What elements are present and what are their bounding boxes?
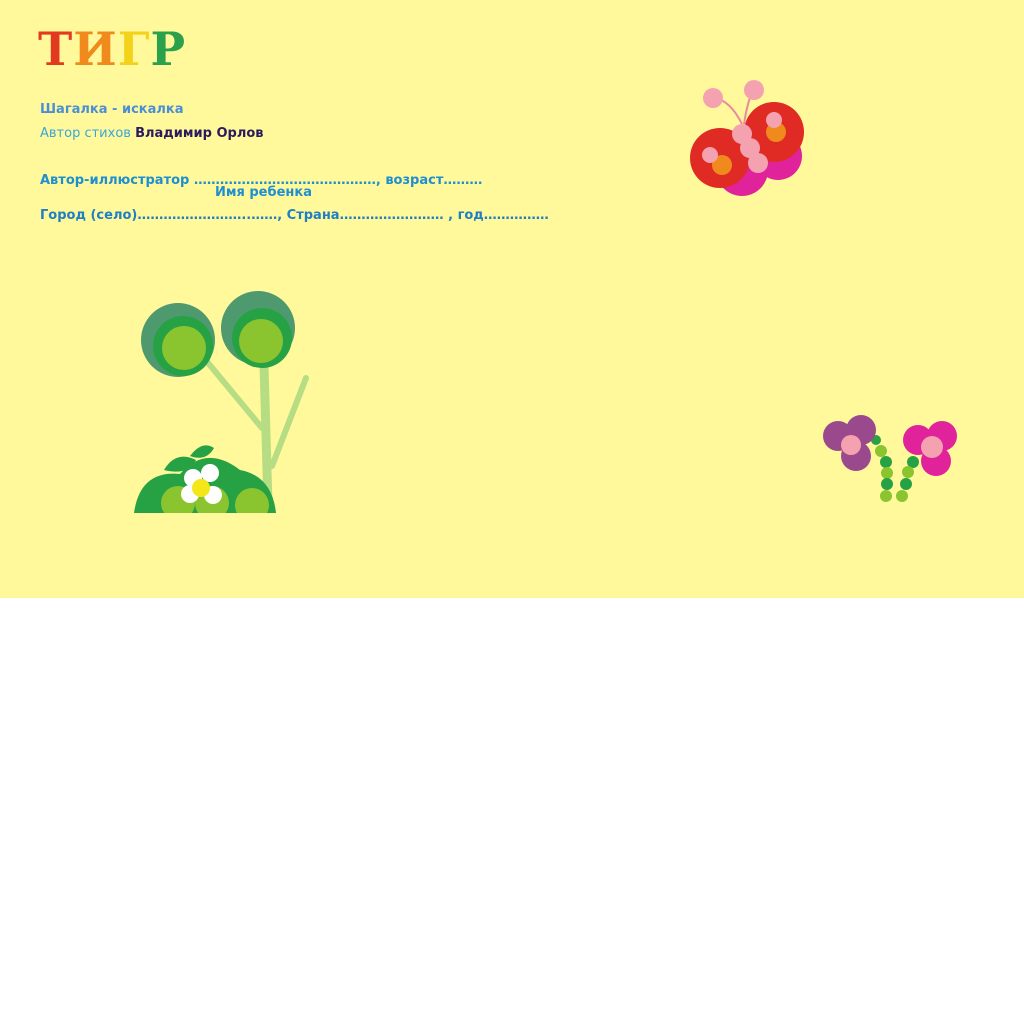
bush-daisy-icon xyxy=(130,445,280,525)
flowers-right-icon xyxy=(823,415,957,502)
butterfly-top-icon xyxy=(690,80,804,196)
card-panel: ТИГР Шагалка - искалка Автор стихов Влад… xyxy=(0,0,1024,598)
illustrations xyxy=(130,80,957,525)
